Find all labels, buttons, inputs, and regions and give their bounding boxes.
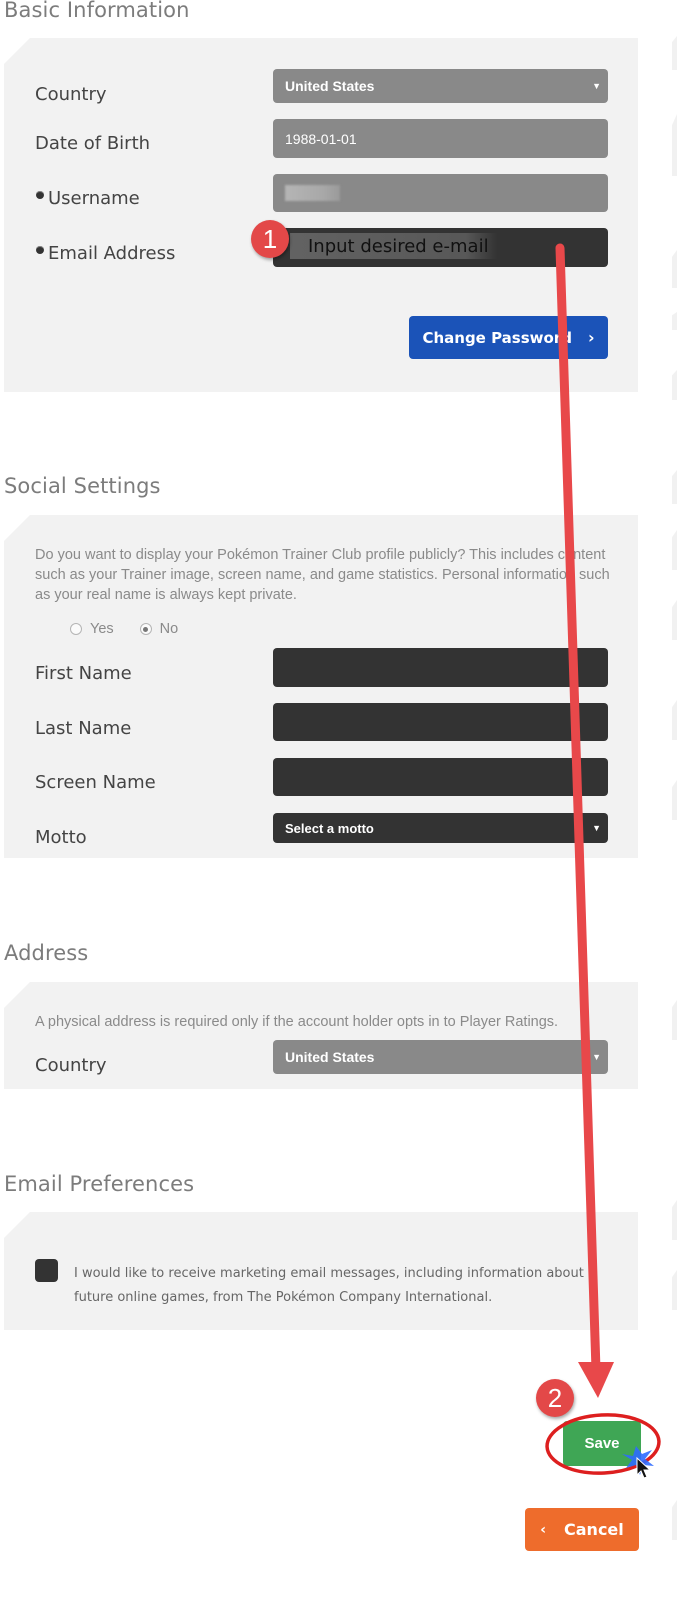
- username-label: Username: [35, 188, 140, 209]
- change-password-label: Change Password: [422, 328, 572, 347]
- screen-name-label: Screen Name: [35, 772, 156, 793]
- last-name-input[interactable]: [273, 703, 608, 741]
- edge-decoration: [672, 370, 677, 400]
- motto-value: Select a motto: [285, 820, 374, 836]
- edge-decoration: [672, 250, 677, 288]
- save-button[interactable]: Save: [563, 1421, 641, 1466]
- username-input[interactable]: [273, 174, 608, 212]
- required-indicator-icon: [36, 191, 44, 199]
- edge-decoration: [672, 700, 677, 740]
- radio-yes[interactable]: [70, 623, 82, 635]
- edge-decoration: [672, 470, 677, 504]
- edge-decoration: [672, 780, 677, 820]
- annotation-hint-text: Input desired e-mail: [290, 233, 497, 259]
- radio-option-yes[interactable]: Yes: [70, 621, 114, 637]
- email-address-label-text: Email Address: [48, 243, 176, 264]
- caret-down-icon: ▼: [592, 81, 601, 91]
- date-of-birth-value: 1988-01-01: [285, 130, 357, 147]
- change-password-button[interactable]: Change Password ›: [409, 316, 608, 359]
- edge-decoration: [672, 530, 677, 570]
- section-title-basic-information: Basic Information: [4, 0, 190, 22]
- section-title-address: Address: [4, 941, 89, 965]
- redacted-username: [285, 185, 340, 201]
- marketing-email-label: I would like to receive marketing email …: [74, 1266, 584, 1305]
- motto-label: Motto: [35, 827, 87, 848]
- caret-down-icon: ▼: [592, 1052, 601, 1062]
- edge-decoration: [672, 1000, 677, 1040]
- address-country-select[interactable]: United States ▼: [273, 1040, 608, 1074]
- date-of-birth-input[interactable]: 1988-01-01: [273, 119, 608, 158]
- screen-name-input[interactable]: [273, 758, 608, 796]
- edge-decoration: [672, 1200, 677, 1240]
- save-label: Save: [584, 1435, 620, 1452]
- last-name-label: Last Name: [35, 718, 132, 739]
- country-value: United States: [285, 78, 375, 94]
- address-description: A physical address is required only if t…: [35, 1014, 559, 1030]
- radio-no-label: No: [159, 621, 179, 637]
- email-address-label: Email Address: [35, 243, 175, 264]
- address-country-value: United States: [285, 1049, 375, 1065]
- date-of-birth-label: Date of Birth: [35, 133, 151, 154]
- radio-yes-label: Yes: [90, 621, 114, 637]
- chevron-right-icon: ›: [587, 328, 595, 347]
- radio-no[interactable]: [139, 623, 152, 635]
- edge-decoration: [672, 1270, 677, 1310]
- edge-decoration: [672, 36, 677, 70]
- social-description: Do you want to display your Pokémon Trai…: [35, 547, 610, 603]
- country-select[interactable]: United States ▼: [273, 69, 608, 103]
- annotation-step-badge-1: 1: [251, 220, 289, 258]
- public-profile-radio-group: Yes No: [70, 621, 178, 637]
- country-label: Country: [35, 84, 107, 105]
- caret-down-icon: ▼: [592, 823, 601, 833]
- annotation-arrow-head-icon: [578, 1362, 614, 1398]
- cancel-button[interactable]: ‹ Cancel: [525, 1508, 639, 1551]
- first-name-label: First Name: [35, 663, 132, 684]
- first-name-input[interactable]: [273, 648, 608, 687]
- edge-decoration: [672, 114, 677, 176]
- chevron-left-icon: ‹: [540, 1521, 547, 1538]
- radio-option-no[interactable]: No: [139, 621, 179, 637]
- motto-select[interactable]: Select a motto ▼: [273, 813, 608, 843]
- annotation-step-badge-2: 2: [536, 1379, 574, 1417]
- edge-decoration: [672, 1500, 677, 1540]
- cancel-label: Cancel: [564, 1520, 624, 1539]
- section-title-social-settings: Social Settings: [4, 474, 161, 498]
- username-label-text: Username: [48, 188, 140, 209]
- edge-decoration: [672, 312, 677, 330]
- address-country-label: Country: [35, 1055, 107, 1076]
- section-title-email-preferences: Email Preferences: [4, 1172, 195, 1196]
- required-indicator-icon: [36, 246, 44, 254]
- marketing-email-checkbox[interactable]: [35, 1259, 58, 1282]
- edge-decoration: [672, 600, 677, 640]
